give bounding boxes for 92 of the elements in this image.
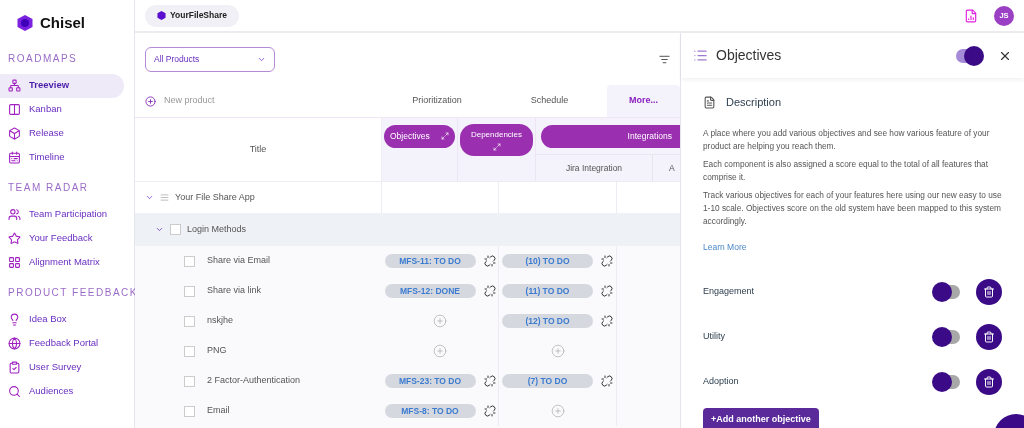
hierarchy-icon: [8, 79, 21, 92]
search-icon: [8, 385, 21, 398]
unlink-icon[interactable]: [483, 255, 496, 267]
checkbox[interactable]: [184, 405, 195, 417]
lightbulb-icon: [8, 313, 21, 326]
description-text: Each component is also assigned a score equal to the total of all features that comprise it.: [703, 157, 990, 184]
feature-name: Share via Email: [207, 254, 271, 268]
filter-icon[interactable]: [659, 53, 670, 65]
unlink-icon[interactable]: [601, 255, 613, 267]
chevron-icon[interactable]: [145, 193, 154, 202]
unlink-icon[interactable]: [601, 285, 613, 297]
expand-icon: [492, 143, 501, 151]
list-icon: [693, 48, 708, 63]
hexagon-logo-icon: [157, 11, 166, 20]
hexagon-logo-icon: [16, 14, 34, 33]
feature-name: PNG: [207, 344, 227, 358]
column-header: Jira Integration: [565, 161, 623, 175]
product-select[interactable]: All Products: [145, 46, 275, 72]
report-icon[interactable]: [964, 8, 978, 23]
cube-icon: [8, 127, 21, 140]
unlink-icon[interactable]: [601, 375, 613, 387]
nav-item[interactable]: Treeview: [0, 73, 124, 98]
tab[interactable]: Schedule: [492, 85, 607, 117]
column-group-header[interactable]: Integrations: [541, 124, 680, 148]
checkbox[interactable]: [184, 345, 195, 357]
objective-name: Adoption: [703, 375, 740, 389]
columns-icon: [8, 103, 21, 116]
component-name: Login Methods: [187, 222, 247, 236]
nav-item[interactable]: Audiences: [0, 379, 124, 404]
unlink-icon[interactable]: [483, 285, 496, 297]
nav-item[interactable]: Timeline: [0, 145, 124, 170]
feature-name: Email: [207, 404, 230, 418]
learn-more-link[interactable]: Learn More: [703, 241, 747, 252]
toggle-switch[interactable]: [934, 375, 960, 389]
nav-item[interactable]: Idea Box: [0, 307, 124, 332]
objective-name: Utility: [703, 330, 726, 344]
nav-item[interactable]: Alignment Matrix: [0, 250, 124, 275]
feature-name: nskjhe: [207, 314, 233, 328]
calendar-icon: [8, 151, 21, 164]
product-name: Your File Share App: [175, 190, 255, 204]
trash-icon: [983, 331, 995, 343]
grid-icon: [8, 256, 21, 269]
tab[interactable]: More...: [607, 85, 680, 117]
delete-button[interactable]: [976, 369, 1002, 395]
feature-name: 2 Factor-Authentication: [207, 374, 301, 388]
product-chip[interactable]: YourFileShare: [145, 4, 239, 27]
checkbox[interactable]: [184, 255, 195, 267]
unlink-icon[interactable]: [601, 315, 613, 327]
add-objective-button[interactable]: +Add another objective: [703, 407, 819, 428]
globe-icon: [8, 337, 21, 350]
column-group-header[interactable]: Dependencies: [460, 124, 533, 156]
section-heading: TEAM RADAR: [7, 180, 90, 195]
panel-title: Objectives: [716, 46, 783, 65]
column-header: Title: [249, 142, 267, 156]
nav-item[interactable]: Kanban: [0, 97, 124, 122]
trash-icon: [983, 376, 995, 388]
nav-item[interactable]: Release: [0, 121, 124, 146]
checkbox[interactable]: [170, 224, 181, 235]
delete-button[interactable]: [976, 279, 1002, 305]
nav-item[interactable]: Feedback Portal: [0, 331, 124, 356]
chevron-icon[interactable]: [155, 225, 164, 234]
nav-item[interactable]: Your Feedback: [0, 226, 124, 251]
clipboard-icon: [8, 361, 21, 374]
toggle-switch[interactable]: [956, 48, 982, 63]
toggle-switch[interactable]: [934, 330, 960, 344]
column-group-header[interactable]: Objectives: [384, 124, 455, 148]
feature-name: Share via link: [207, 284, 262, 298]
objective-name: Engagement: [703, 285, 756, 299]
document-icon: [703, 95, 716, 109]
section-title: Description: [726, 95, 782, 110]
delete-button[interactable]: [976, 324, 1002, 350]
people-icon: [8, 208, 21, 221]
expand-icon: [441, 132, 449, 140]
add-icon[interactable]: [145, 95, 156, 107]
section-heading: PRODUCT FEEDBACK: [7, 285, 134, 300]
nav-item[interactable]: User Survey: [0, 355, 124, 380]
unlink-icon[interactable]: [483, 405, 496, 417]
tab[interactable]: Prioritization: [382, 85, 492, 117]
nav-item[interactable]: Team Participation: [0, 202, 124, 227]
unlink-icon[interactable]: [483, 375, 496, 387]
brand-name: Chisel: [40, 13, 85, 33]
toggle-switch[interactable]: [934, 285, 960, 299]
list-icon: [160, 193, 169, 202]
checkbox[interactable]: [184, 315, 195, 327]
description-text: Track various objectives for each of your features here using our new easy to use 1-10 scale. Objectives score on the old system have been mapped to this system accordingly.: [703, 188, 1002, 228]
checkbox[interactable]: [184, 375, 195, 387]
checkbox[interactable]: [184, 285, 195, 297]
description-text: A place where you add various objectives and see how various feature of your product are helping you reach them.: [703, 126, 991, 153]
trash-icon: [983, 286, 995, 298]
column-header: A: [669, 161, 675, 175]
section-heading: ROADMAPS: [7, 51, 79, 66]
star-icon: [8, 232, 21, 245]
